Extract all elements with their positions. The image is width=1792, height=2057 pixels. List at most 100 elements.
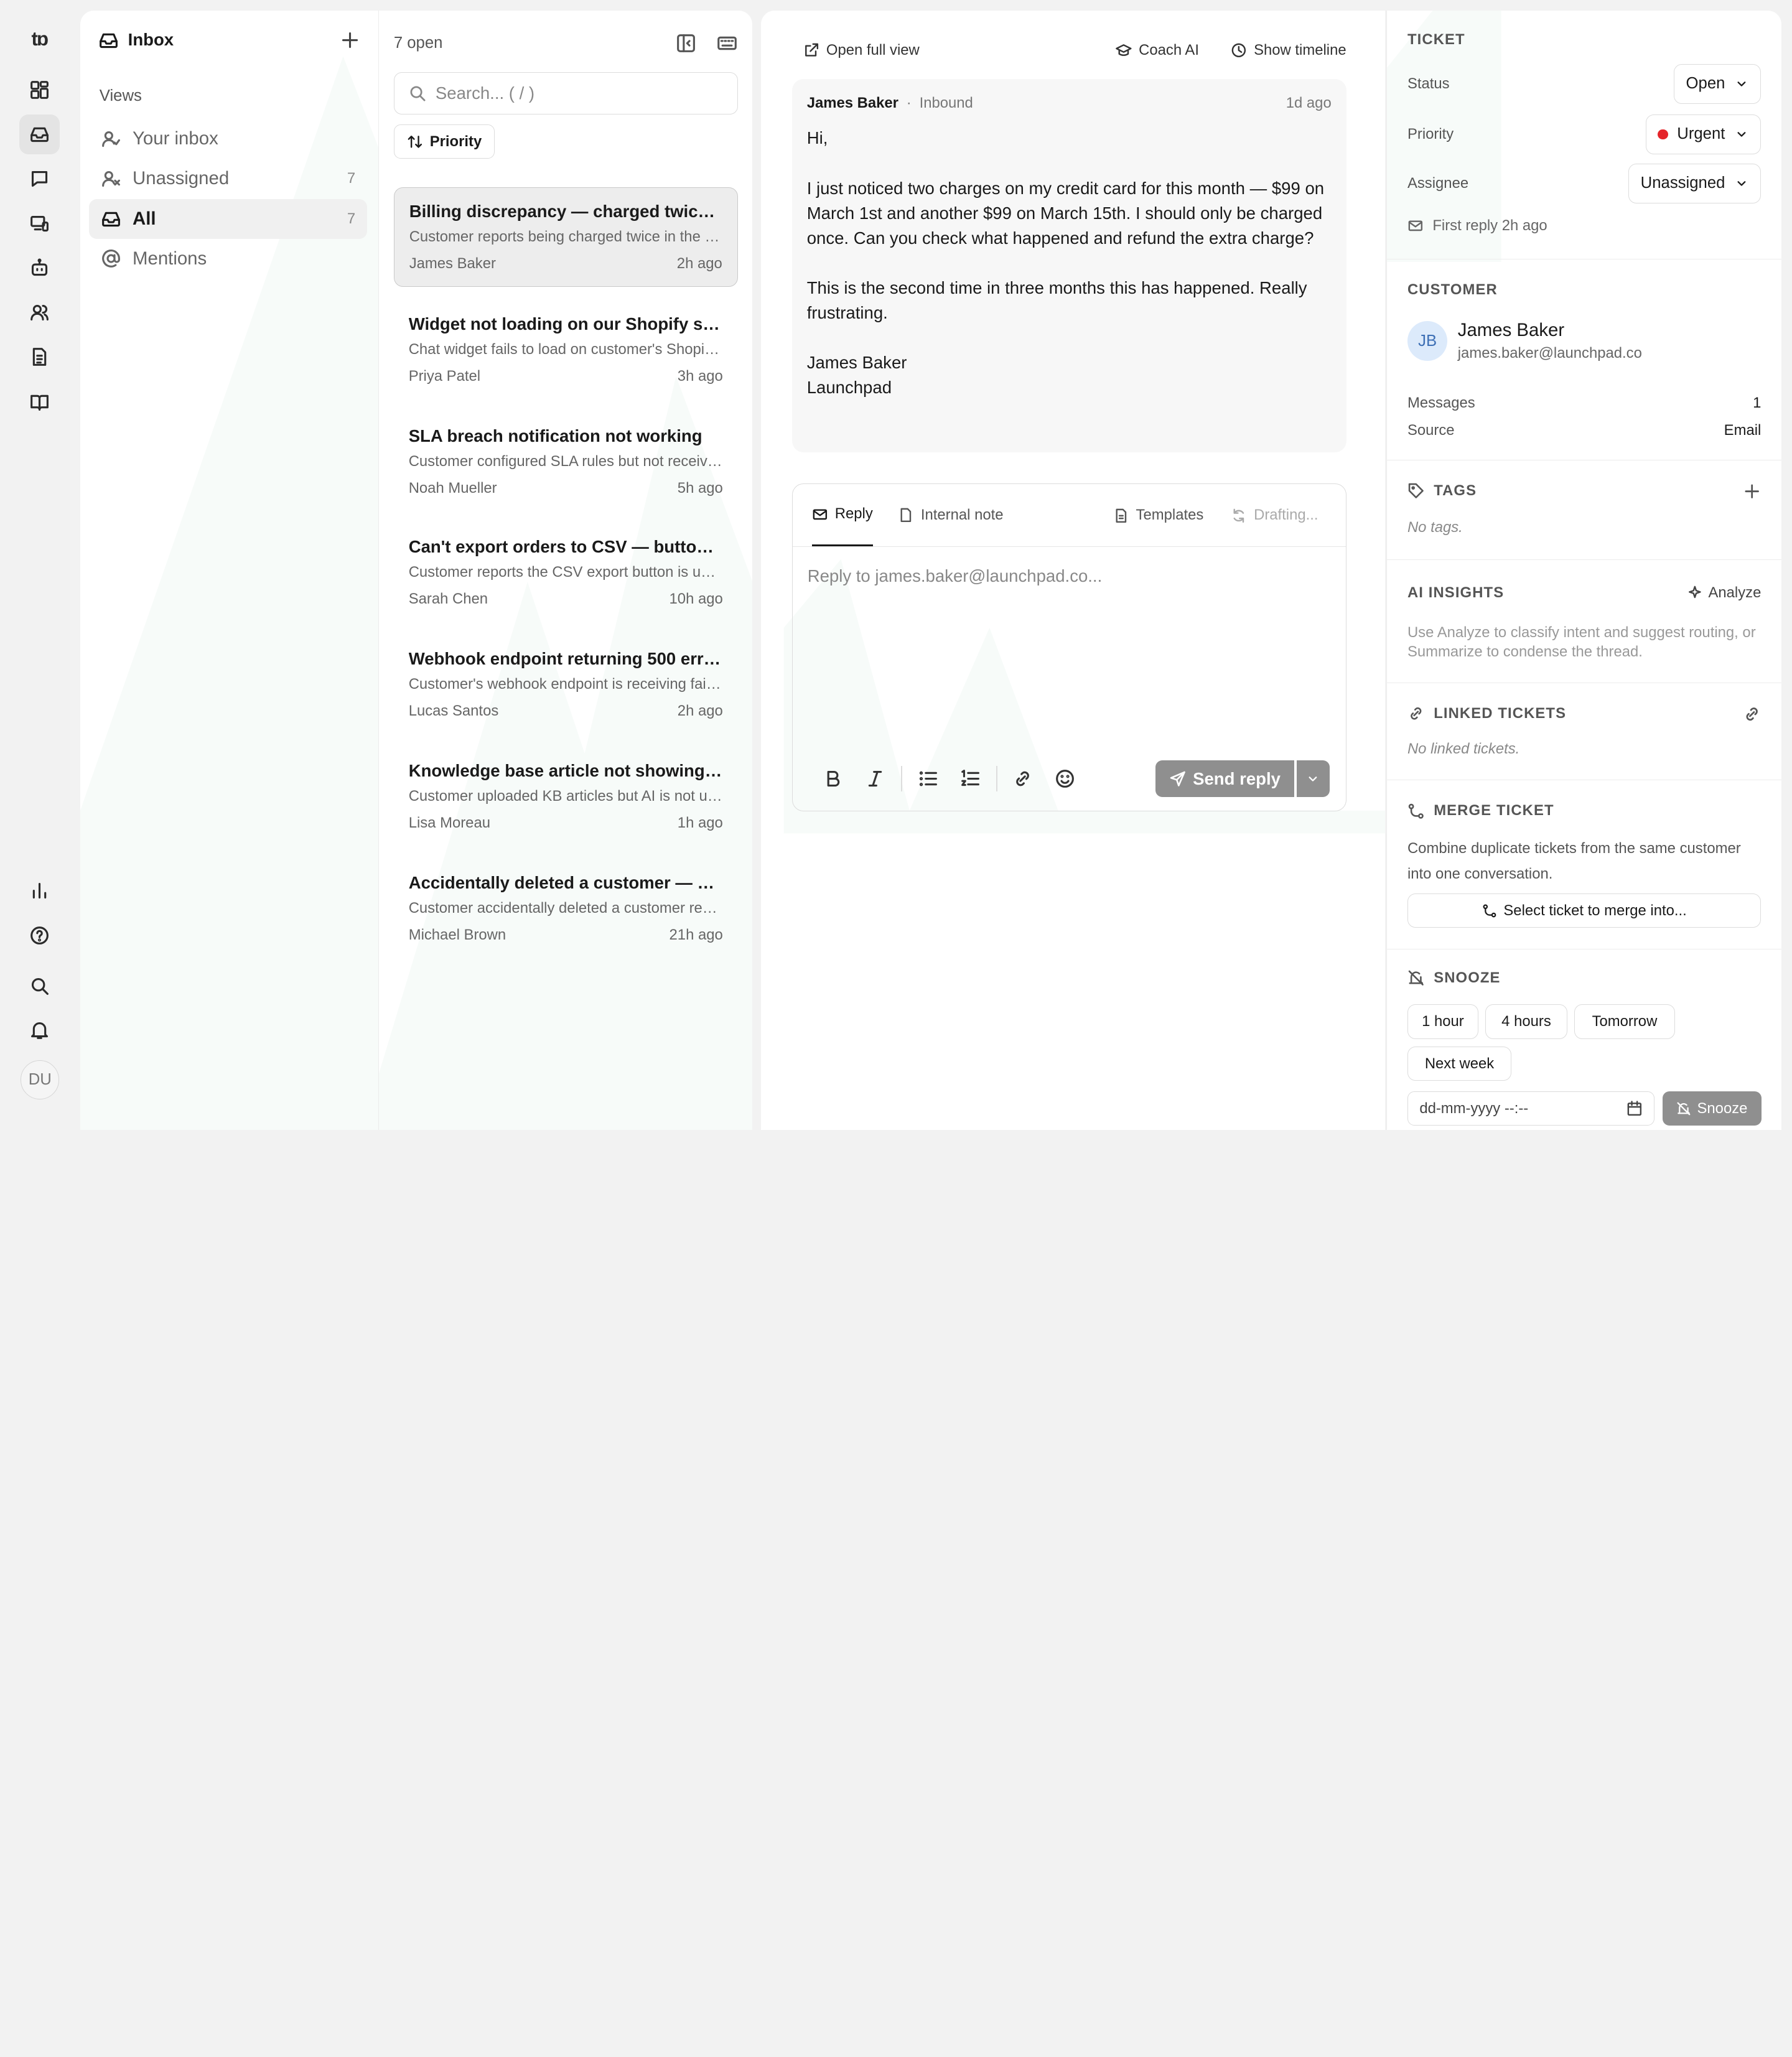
ticket-title: Widget not loading on our Shopify store (408, 314, 723, 334)
bold-icon[interactable] (812, 768, 854, 789)
bell-icon[interactable] (19, 1010, 59, 1050)
dashboard-icon[interactable] (19, 70, 59, 110)
sort-label: Priority (429, 133, 482, 150)
send-icon (1170, 771, 1185, 786)
view-item-mentions[interactable]: Mentions (89, 239, 366, 279)
merge-ticket-section: MERGE TICKET Combine duplicate tickets f… (1386, 780, 1782, 950)
tab-reply[interactable]: Reply (812, 484, 873, 547)
ticket-preview: Customer configured SLA rules but not re… (408, 453, 723, 470)
view-label: Your inbox (133, 128, 218, 149)
ticket-row[interactable]: Widget not loading on our Shopify store … (394, 301, 738, 400)
plus-icon[interactable] (340, 30, 360, 50)
document-icon[interactable] (19, 337, 59, 377)
add-tag-icon[interactable] (1743, 482, 1761, 500)
italic-icon[interactable] (854, 768, 897, 789)
show-timeline-button[interactable]: Show timeline (1231, 42, 1346, 59)
open-full-view-button[interactable]: Open full view (803, 42, 920, 59)
inbox-icon[interactable] (19, 114, 60, 154)
merge-text: Combine duplicate tickets from the same … (1407, 840, 1741, 882)
ticket-row[interactable]: Accidentally deleted a customer — can it… (394, 859, 738, 959)
ticket-row[interactable]: Webhook endpoint returning 500 errors Cu… (394, 635, 738, 735)
snooze-4-hours-button[interactable]: 4 hours (1485, 1004, 1568, 1039)
ticket-title: Accidentally deleted a customer — can it… (408, 873, 723, 893)
search-icon[interactable] (19, 966, 59, 1005)
ai-insights-text: Use Analyze to classify intent and sugge… (1407, 623, 1756, 661)
view-item-unassigned[interactable]: Unassigned 7 (89, 159, 366, 198)
app-logo[interactable]: tɒ (19, 19, 59, 59)
ticket-preview: Customer uploaded KB articles but AI is … (408, 788, 723, 805)
select-merge-ticket-button[interactable]: Select ticket to merge into... (1407, 893, 1762, 928)
view-count: 7 (347, 210, 356, 227)
users-icon[interactable] (19, 292, 59, 332)
ticket-row[interactable]: Can't export orders to CSV — button does… (394, 523, 738, 623)
message-paragraph: Hi, (806, 128, 828, 148)
customer-email[interactable]: james.baker@launchpad.co (1458, 345, 1642, 362)
sort-priority-button[interactable]: Priority (393, 124, 495, 159)
devices-icon[interactable] (19, 203, 59, 243)
customer-name: James Baker (1457, 320, 1565, 341)
search-input[interactable]: Search... ( / ) (393, 72, 738, 114)
ticket-row[interactable]: Knowledge base article not showing in AI… (394, 747, 738, 847)
tags-title-text: TAGS (1434, 482, 1477, 500)
user-check-icon (101, 131, 120, 147)
toolbar-divider (996, 766, 997, 791)
assignee-label: Assignee (1407, 174, 1469, 192)
send-reply-button[interactable]: Send reply (1155, 760, 1294, 797)
chat-icon[interactable] (19, 159, 59, 198)
ticket-title: Knowledge base article not showing in AI… (408, 761, 723, 781)
snooze-tomorrow-button[interactable]: Tomorrow (1574, 1004, 1675, 1039)
no-tags-text: No tags. (1407, 518, 1463, 536)
help-icon[interactable] (19, 915, 59, 955)
chevron-down-icon (1737, 180, 1746, 186)
status-dropdown[interactable]: Open (1674, 63, 1762, 105)
separator-dot: · (906, 95, 912, 112)
coach-ai-button[interactable]: Coach AI (1116, 42, 1199, 59)
send-options-button[interactable] (1296, 760, 1330, 797)
link-icon[interactable] (1002, 768, 1044, 789)
show-timeline-label: Show timeline (1254, 41, 1346, 58)
ticket-title: Webhook endpoint returning 500 errors (408, 649, 723, 669)
analyze-button[interactable]: Analyze (1687, 584, 1761, 602)
bullet-list-icon[interactable] (907, 768, 949, 789)
ticket-section-title: TICKET (1407, 30, 1465, 48)
priority-row: Priority Urgent (1407, 114, 1762, 154)
first-reply-text: First reply 2h ago (1432, 217, 1547, 234)
templates-button[interactable]: Templates (1113, 484, 1203, 547)
priority-dropdown[interactable]: Urgent (1645, 114, 1762, 154)
message-sender: James Baker (806, 95, 898, 112)
reply-input[interactable]: Reply to james.baker@launchpad.co... (808, 566, 1103, 586)
view-item-all[interactable]: All 7 (89, 198, 367, 239)
book-icon[interactable] (19, 381, 59, 421)
ticket-time: 2h ago (676, 254, 722, 272)
bot-icon[interactable] (19, 248, 59, 288)
ticket-row[interactable]: SLA breach notification not working Cust… (394, 413, 738, 512)
ticket-row[interactable]: Billing discrepancy — charged twice for … (393, 187, 738, 287)
snooze-1-hour-button[interactable]: 1 hour (1407, 1004, 1478, 1039)
snooze-title-text: SNOOZE (1434, 969, 1501, 986)
ticket-time: 5h ago (677, 479, 723, 497)
view-item-your-inbox[interactable]: Your inbox (89, 119, 366, 159)
snooze-datetime-input[interactable]: dd-mm-yyyy --:-- (1407, 1091, 1654, 1126)
tab-internal-note[interactable]: Internal note (898, 484, 1004, 547)
mail-icon (813, 509, 828, 520)
snooze-next-week-button[interactable]: Next week (1407, 1047, 1512, 1081)
toolbar-divider (901, 766, 903, 791)
linked-title-text: LINKED TICKETS (1434, 705, 1567, 722)
keyboard-icon[interactable] (717, 33, 737, 54)
ticket-time: 3h ago (677, 367, 723, 385)
ticket-customer: James Baker (409, 254, 496, 272)
assignee-dropdown[interactable]: Unassigned (1628, 163, 1762, 203)
tags-section-title: TAGS (1407, 482, 1477, 500)
merge-button-label: Select ticket to merge into... (1503, 902, 1687, 919)
ticket-customer: Michael Brown (408, 926, 506, 943)
signature-name: James Baker (806, 352, 907, 372)
emoji-icon[interactable] (1044, 768, 1086, 789)
collapse-panel-icon[interactable] (676, 33, 696, 54)
analytics-icon[interactable] (19, 871, 59, 911)
snooze-button[interactable]: Snooze (1662, 1091, 1762, 1126)
sort-icon (408, 135, 422, 148)
add-link-icon[interactable] (1743, 705, 1761, 723)
user-avatar[interactable]: DU (21, 1060, 60, 1099)
messages-value: 1 (1753, 394, 1762, 411)
numbered-list-icon[interactable] (949, 768, 991, 789)
